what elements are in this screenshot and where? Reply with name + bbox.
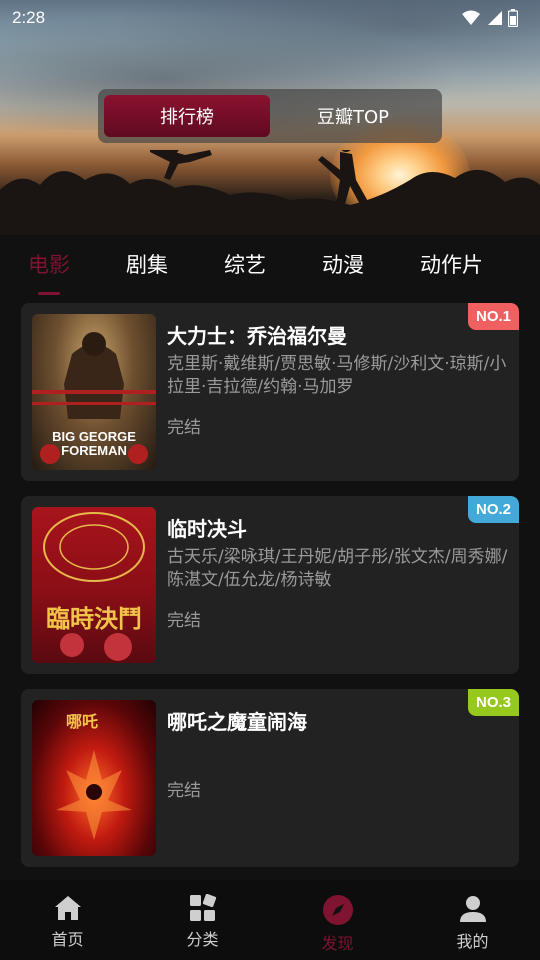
segment-tab-douban-top[interactable]: 豆瓣TOP: [270, 95, 436, 137]
status-time: 2:28: [12, 8, 46, 27]
poster-title-text: 哪吒: [65, 712, 98, 731]
compass-icon: [322, 895, 353, 925]
movie-status: 完结: [167, 611, 201, 631]
movie-cast: 古天乐/梁咏琪/王丹妮/胡子彤/张文杰/周秀娜/陈湛文/伍允龙/杨诗敏: [167, 547, 508, 590]
ranking-card[interactable]: 哪吒 哪吒之魔童闹海 完结 NO.3: [21, 689, 519, 867]
category-tabs: 电影 剧集 综艺 动漫 动作片: [0, 236, 540, 295]
poster-title-text: BIG GEORGE FOREMAN: [52, 429, 136, 458]
movie-title: 哪吒之魔童闹海: [167, 710, 307, 734]
battery-icon: [508, 9, 518, 27]
tab-variety[interactable]: 综艺: [224, 249, 266, 279]
nav-mine[interactable]: 我的: [405, 880, 540, 960]
hero-silhouette: [0, 150, 540, 235]
rank-badge: NO.2: [467, 496, 519, 523]
signal-icon: [488, 11, 502, 25]
status-icons: [462, 9, 518, 27]
user-icon: [459, 896, 486, 922]
category-icon: [189, 894, 216, 921]
tab-movie[interactable]: 电影: [28, 249, 70, 295]
rank-badge: NO.1: [467, 303, 519, 330]
tab-series[interactable]: 剧集: [126, 249, 168, 279]
tab-anime[interactable]: 动漫: [322, 249, 364, 279]
status-bar: 2:28: [0, 0, 540, 36]
wifi-icon: [462, 10, 480, 25]
nav-discover[interactable]: 发现: [270, 880, 405, 960]
tab-action[interactable]: 动作片: [420, 249, 483, 279]
nav-discover-label: 发现: [321, 934, 354, 953]
movie-status: 完结: [167, 781, 201, 801]
ranking-card[interactable]: 臨時決鬥 临时决斗 古天乐/梁咏琪/王丹妮/胡子彤/张文杰/周秀娜/陈湛文/伍允…: [21, 496, 519, 674]
poster-pattern: [43, 512, 145, 661]
nav-home[interactable]: 首页: [0, 880, 135, 960]
movie-title: 临时决斗: [167, 517, 247, 541]
segment-tab-ranking[interactable]: 排行榜: [104, 95, 270, 137]
poster-image: 臨時決鬥: [32, 507, 156, 663]
ranking-segment: 排行榜 豆瓣TOP: [98, 89, 442, 143]
nav-category[interactable]: 分类: [135, 880, 270, 960]
poster-image: 哪吒: [32, 700, 156, 856]
rank-badge: NO.3: [467, 689, 519, 716]
nav-home-label: 首页: [51, 930, 84, 949]
poster-image: BIG GEORGE FOREMAN: [32, 314, 156, 470]
ranking-card[interactable]: BIG GEORGE FOREMAN 大力士：乔治福尔曼 克里斯·戴维斯/贾思敏…: [21, 303, 519, 481]
poster-title-text: 臨時決鬥: [46, 605, 142, 633]
bottom-nav: 首页 分类 发现 我的: [0, 880, 540, 960]
movie-title: 大力士：乔治福尔曼: [167, 324, 347, 348]
movie-cast: 克里斯·戴维斯/贾思敏·马修斯/沙利文·琼斯/小拉里·吉拉德/约翰·马加罗: [167, 354, 507, 397]
movie-status: 完结: [167, 418, 201, 438]
home-icon: [54, 896, 81, 920]
nav-mine-label: 我的: [456, 932, 489, 951]
nav-category-label: 分类: [186, 930, 219, 949]
